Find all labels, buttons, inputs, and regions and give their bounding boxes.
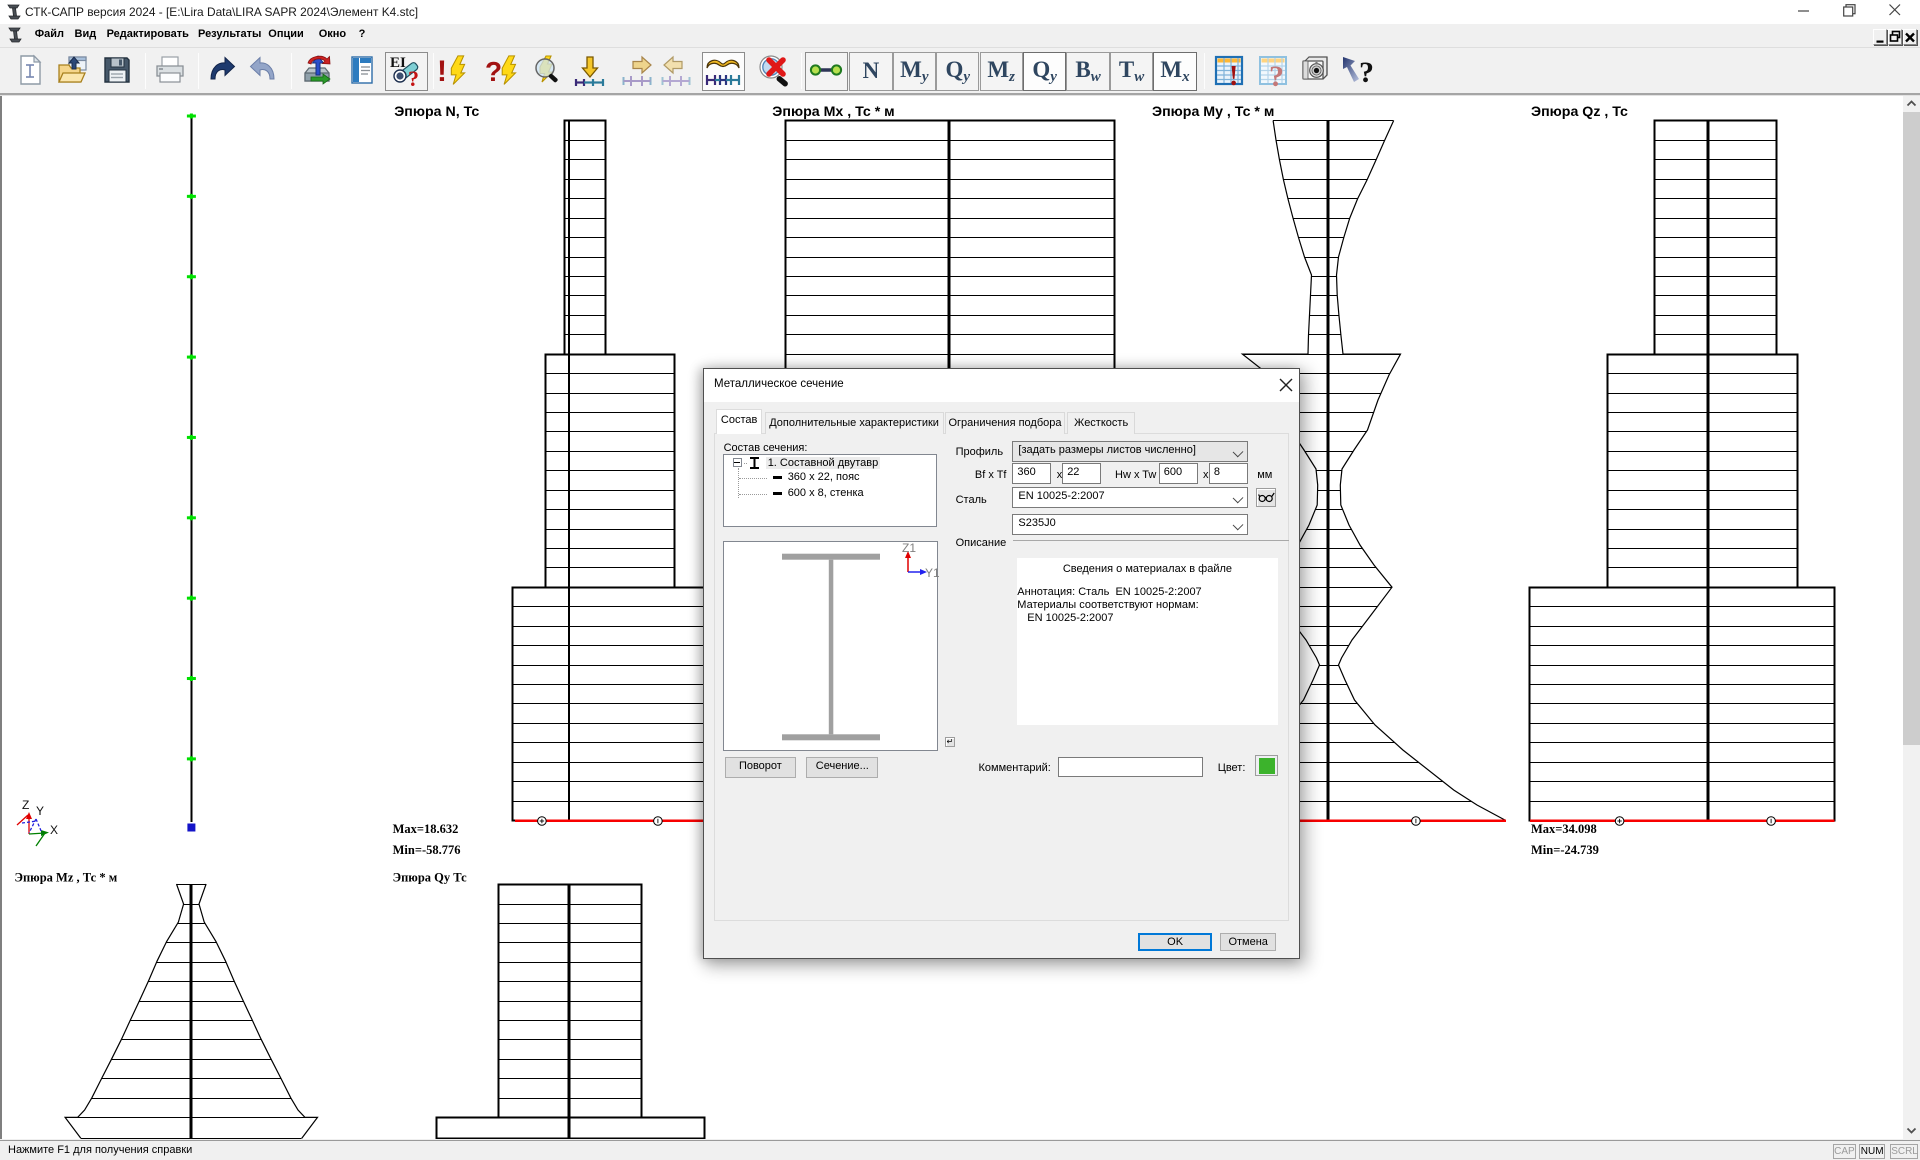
svg-text:EI: EI [390, 55, 406, 71]
svg-text:?: ? [485, 56, 502, 87]
svg-text:Max=18.632: Max=18.632 [393, 822, 459, 836]
svg-text:!: ! [437, 55, 447, 87]
svg-text:Y: Y [36, 804, 44, 818]
svg-text:Max=34.098: Max=34.098 [1531, 822, 1597, 836]
svg-text:?: ? [1269, 60, 1284, 89]
svg-text:Min=-58.776: Min=-58.776 [393, 843, 461, 857]
svg-text:X: X [50, 823, 58, 837]
svg-text:Z: Z [22, 798, 29, 812]
svg-text:Min=-24.739: Min=-24.739 [1531, 843, 1599, 857]
svg-text:Эпюра My , Тс * м: Эпюра My , Тс * м [1152, 104, 1274, 120]
svg-text:Y1: Y1 [925, 566, 939, 580]
svg-text:?: ? [1359, 56, 1374, 89]
svg-text:Эпюра Qz , Тс: Эпюра Qz , Тс [1531, 104, 1628, 120]
svg-text:Эпюра Mx , Тс * м: Эпюра Mx , Тс * м [772, 104, 894, 120]
svg-text:Эпюра Qy Тс: Эпюра Qy Тс [393, 871, 468, 885]
svg-text:?: ? [408, 66, 419, 91]
svg-text:Эпюра N, Тс: Эпюра N, Тс [394, 104, 479, 120]
svg-text:!: ! [1229, 61, 1238, 89]
svg-text:Z1: Z1 [902, 542, 916, 555]
svg-text:Эпюра Mz , Тс * м: Эпюра Mz , Тс * м [15, 871, 118, 885]
